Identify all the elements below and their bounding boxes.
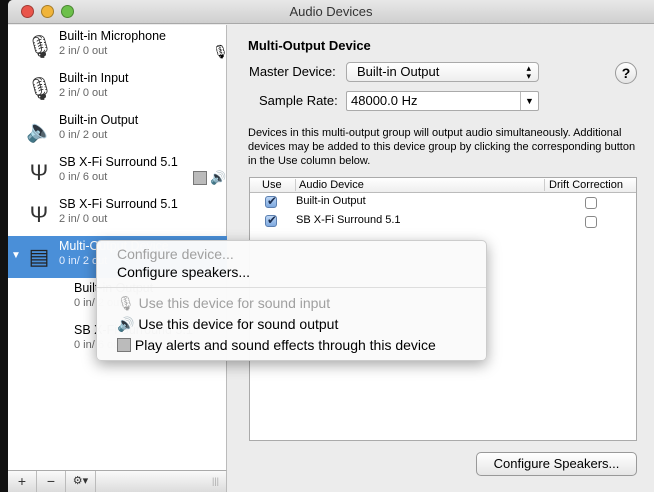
table-header: Use Audio Device Drift Correction <box>250 178 636 193</box>
add-device-button[interactable]: + <box>8 471 37 492</box>
device-row[interactable]: 🎙 Built-in Microphone 2 in/ 0 out 🎙 <box>8 26 229 68</box>
menu-item-configure-speakers[interactable]: Configure speakers... <box>117 264 250 284</box>
microphone-icon: 🎙 <box>117 295 135 311</box>
device-io: 0 in/ 2 out <box>59 129 108 141</box>
resize-handle[interactable]: ||| <box>212 476 219 486</box>
title-bar: Audio Devices <box>8 0 654 24</box>
usb-icon: Ψ <box>29 160 49 185</box>
table-row: Built-in Output <box>250 193 636 212</box>
menu-item-use-for-output[interactable]: 🔊 Use this device for sound output <box>117 316 338 336</box>
device-io: 2 in/ 0 out <box>59 87 108 99</box>
use-checkbox[interactable] <box>265 194 277 208</box>
column-drift-correction[interactable]: Drift Correction <box>544 179 623 191</box>
sample-rate-label: Sample Rate: <box>259 93 338 108</box>
microphone-icon: 🎙 <box>212 44 229 59</box>
master-device-popup[interactable]: Built-in Output ▴ ▾ <box>346 62 539 82</box>
menu-item-label: Play alerts and sound effects through th… <box>134 337 436 353</box>
drift-correction-checkbox[interactable] <box>585 197 597 209</box>
master-device-label: Master Device: <box>249 64 336 79</box>
device-row[interactable]: Ψ SB X-Fi Surround 5.1 0 in/ 6 out 🔊 <box>8 152 227 194</box>
help-button[interactable]: ? <box>615 62 637 84</box>
speaker-icon: 🔊 <box>117 316 135 332</box>
microphone-icon: 🎙 <box>26 34 54 59</box>
device-name: Built-in Microphone <box>59 29 166 43</box>
dropdown-arrow-icon[interactable]: ▼ <box>520 92 538 110</box>
device-row[interactable]: 🔈 Built-in Output 0 in/ 2 out <box>8 110 227 152</box>
disclosure-triangle-icon[interactable]: ▼ <box>11 250 21 261</box>
table-row: SB X-Fi Surround 5.1 <box>250 212 636 231</box>
window-title: Audio Devices <box>289 4 373 19</box>
column-use[interactable]: Use <box>262 179 282 191</box>
menu-item-label: Use this device for sound input <box>138 295 331 311</box>
sample-rate-value: 48000.0 Hz <box>351 93 418 108</box>
device-io: 0 in/ 6 out <box>59 171 108 183</box>
column-audio-device[interactable]: Audio Device <box>295 179 364 191</box>
sidebar-toolbar: + − ⚙▾ ||| <box>8 470 227 492</box>
drift-correction-checkbox[interactable] <box>585 216 597 228</box>
up-down-arrows-icon: ▴ ▾ <box>526 63 531 81</box>
device-row[interactable]: 🎙 Built-in Input 2 in/ 0 out <box>8 68 227 110</box>
device-name: SB X-Fi Surround 5.1 <box>296 214 401 226</box>
microphone-icon: 🎙 <box>26 76 54 101</box>
configure-speakers-button[interactable]: Configure Speakers... <box>476 452 637 476</box>
sample-rate-combo[interactable]: 48000.0 Hz ▼ <box>346 91 539 111</box>
context-menu: Configure device... Configure speakers..… <box>96 240 487 361</box>
remove-device-button[interactable]: − <box>37 471 66 492</box>
finder-icon <box>117 338 131 352</box>
menu-item-label: Use this device for sound output <box>138 316 339 332</box>
gear-menu-button[interactable]: ⚙▾ <box>66 471 96 492</box>
menu-item-configure-device[interactable]: Configure device... <box>117 246 234 266</box>
description-text: Devices in this multi-output group will … <box>248 127 636 167</box>
device-name: Built-in Input <box>59 71 129 85</box>
speaker-icon: 🔈 <box>26 118 54 143</box>
device-name: SB X-Fi Surround 5.1 <box>59 155 178 169</box>
master-device-value: Built-in Output <box>357 64 440 79</box>
finder-icon <box>193 171 207 185</box>
speaker-icon: 🔊 <box>210 170 227 185</box>
use-checkbox[interactable] <box>265 213 277 227</box>
device-row[interactable]: Ψ SB X-Fi Surround 5.1 2 in/ 0 out <box>8 194 227 236</box>
menu-separator <box>97 287 486 288</box>
multi-output-icon: ▤ <box>28 244 50 269</box>
device-heading: Multi-Output Device <box>248 38 371 53</box>
menu-item-play-alerts[interactable]: Play alerts and sound effects through th… <box>117 337 436 357</box>
device-name: SB X-Fi Surround 5.1 <box>59 197 178 211</box>
device-name: Built-in Output <box>296 195 366 207</box>
menu-item-use-for-input[interactable]: 🎙 Use this device for sound input <box>117 295 330 315</box>
usb-icon: Ψ <box>29 202 49 227</box>
device-io: 2 in/ 0 out <box>59 213 108 225</box>
device-name: Built-in Output <box>59 113 139 127</box>
device-io: 2 in/ 0 out <box>59 45 108 57</box>
